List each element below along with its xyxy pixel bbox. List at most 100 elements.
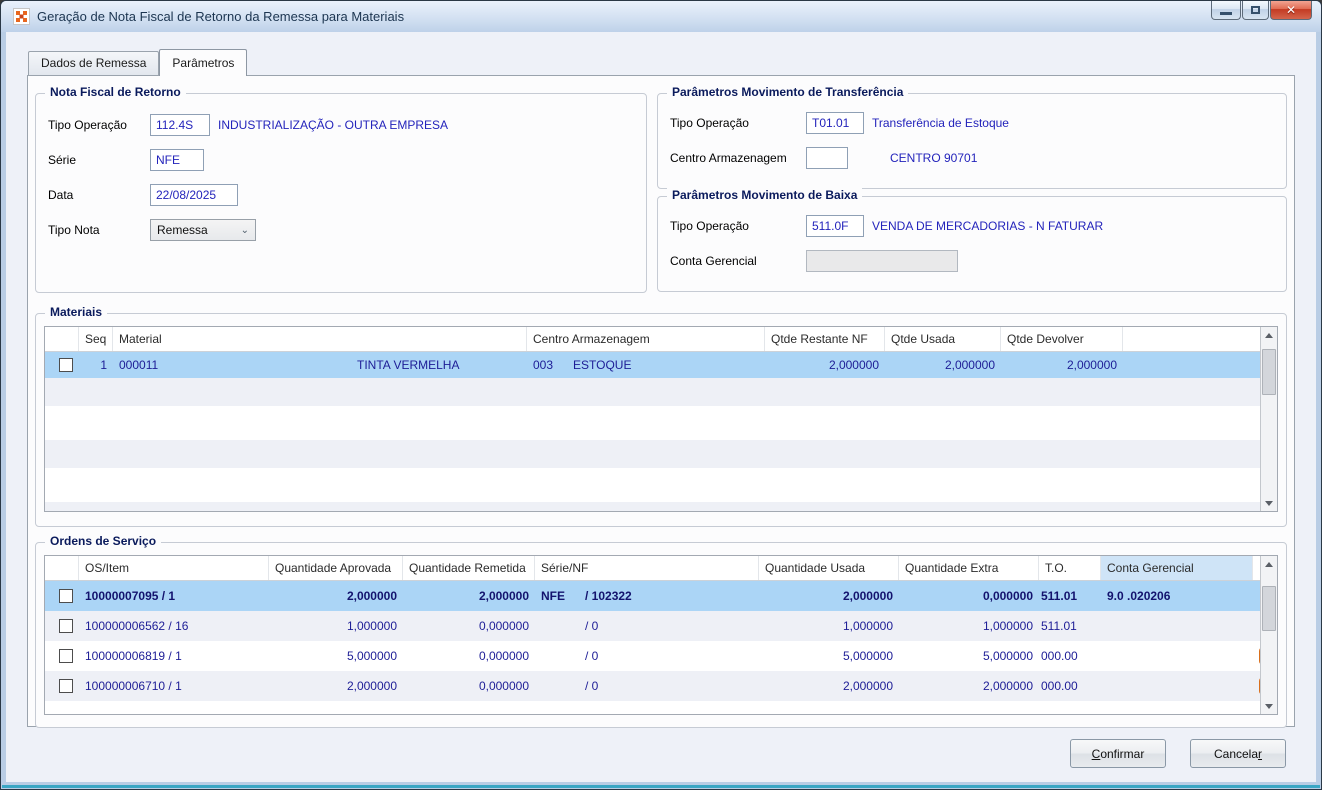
centro-armazenagem-label: Centro Armazenagem xyxy=(670,151,787,165)
ordens-grid-header: OS/Item Quantidade Aprovada Quantidade R… xyxy=(45,556,1260,581)
window-controls: ✕ xyxy=(1210,1,1312,20)
ordem-servico-row[interactable]: 100000006710 / 1 2,000000 0,000000 / 0 2… xyxy=(45,671,1260,701)
row-checkbox[interactable] xyxy=(59,358,73,372)
tipo-nota-selected-value: Remessa xyxy=(157,223,208,237)
material-row[interactable]: 1 000011 TINTA VERMELHA 003 ESTOQUE 2,00… xyxy=(45,352,1260,378)
cell-to: 000.00 xyxy=(1041,649,1078,663)
tab-strip: Dados de Remessa Parâmetros xyxy=(28,48,1316,76)
scroll-down-arrow[interactable] xyxy=(1261,495,1277,511)
cell-quantidade-remetida: 0,000000 xyxy=(478,619,529,633)
field-tipo-nota: Tipo Nota Remessa ⌄ xyxy=(48,219,634,241)
row-checkbox[interactable] xyxy=(59,619,73,633)
scrollbar-thumb[interactable] xyxy=(1262,586,1276,631)
scroll-up-arrow[interactable] xyxy=(1261,327,1277,343)
cell-empty xyxy=(1123,352,1260,378)
cell-quantidade-remetida: 2,000000 xyxy=(478,589,529,603)
cell-centro-codigo: 003 xyxy=(533,358,554,372)
group-title: Materiais xyxy=(45,305,108,319)
ordens-vertical-scrollbar[interactable] xyxy=(1260,556,1277,714)
cancelar-button[interactable]: Cancela r xyxy=(1190,739,1286,768)
dialog-button-row: Confirmar Cancela r xyxy=(1070,739,1286,768)
tipo-nota-label: Tipo Nota xyxy=(48,223,100,237)
tab-dados-de-remessa[interactable]: Dados de Remessa xyxy=(28,51,160,75)
window-title: Geração de Nota Fiscal de Retorno da Rem… xyxy=(37,9,405,24)
title-bar[interactable]: Geração de Nota Fiscal de Retorno da Rem… xyxy=(1,1,1321,32)
tipo-operacao-desc: INDUSTRIALIZAÇÃO - OUTRA EMPRESA xyxy=(218,118,449,132)
ordem-servico-row[interactable]: 100000006562 / 16 1,000000 0,000000 / 0 … xyxy=(45,611,1260,641)
header-qtde-usada[interactable]: Qtde Usada xyxy=(885,327,1001,351)
header-to[interactable]: T.O. xyxy=(1039,556,1101,580)
header-qtde-devolver[interactable]: Qtde Devolver xyxy=(1001,327,1123,351)
header-seq[interactable]: Seq xyxy=(79,327,113,351)
scrollbar-thumb[interactable] xyxy=(1262,349,1276,395)
ordens-rows: 10000007095 / 1 2,000000 2,000000 NFE / … xyxy=(45,581,1260,701)
materiais-vertical-scrollbar[interactable] xyxy=(1260,327,1277,511)
cell-os-item: 100000006819 / 1 xyxy=(85,649,182,663)
cell-os-item: 100000006562 / 16 xyxy=(85,619,189,633)
ordem-servico-row[interactable]: 10000007095 / 1 2,000000 2,000000 NFE / … xyxy=(45,581,1260,611)
serie-label: Série xyxy=(48,153,77,167)
header-quantidade-usada[interactable]: Quantidade Usada xyxy=(759,556,899,580)
header-quantidade-remetida[interactable]: Quantidade Remetida xyxy=(403,556,535,580)
restore-icon xyxy=(1251,6,1260,14)
tipo-operacao-label: Tipo Operação xyxy=(670,219,749,233)
header-qtde-restante-nf[interactable]: Qtde Restante NF xyxy=(765,327,885,351)
header-centro-armazenagem[interactable]: Centro Armazenagem xyxy=(527,327,765,351)
cell-os-item: 100000006710 / 1 xyxy=(85,679,182,693)
header-quantidade-extra[interactable]: Quantidade Extra xyxy=(899,556,1039,580)
cell-nf: / 0 xyxy=(585,649,599,663)
tab-parametros[interactable]: Parâmetros xyxy=(159,49,248,76)
header-os-item[interactable]: OS/Item xyxy=(79,556,269,580)
tipo-operacao-transferencia-desc: Transferência de Estoque xyxy=(872,116,1009,130)
tipo-operacao-baixa-input[interactable]: 511.0F xyxy=(806,215,864,237)
close-button[interactable]: ✕ xyxy=(1270,1,1312,20)
centro-armazenagem-desc: CENTRO 90701 xyxy=(890,151,978,165)
minimize-button[interactable] xyxy=(1211,1,1241,20)
field-tipo-operacao: Tipo Operação 112.4S INDUSTRIALIZAÇÃO - … xyxy=(48,114,634,136)
serie-input[interactable]: NFE xyxy=(150,149,204,171)
row-checkbox[interactable] xyxy=(59,649,73,663)
tipo-operacao-transferencia-input[interactable]: T01.01 xyxy=(806,112,864,134)
group-materiais: Materiais Seq Material Centro Armazenage… xyxy=(35,305,1287,527)
tipo-operacao-input[interactable]: 112.4S xyxy=(150,114,210,136)
ordens-grid: OS/Item Quantidade Aprovada Quantidade R… xyxy=(44,555,1278,715)
cell-material-nome: TINTA VERMELHA xyxy=(357,358,460,372)
cell-nf: / 0 xyxy=(585,619,599,633)
tipo-nota-select[interactable]: Remessa ⌄ xyxy=(150,219,256,241)
cell-nf: / 0 xyxy=(585,679,599,693)
data-label: Data xyxy=(48,188,74,202)
cell-qtde-restante: 2,000000 xyxy=(828,358,879,372)
group-title: Parâmetros Movimento de Baixa xyxy=(667,188,863,202)
centro-armazenagem-input[interactable] xyxy=(806,147,848,169)
tipo-operacao-baixa-desc: VENDA DE MERCADORIAS - N FATURAR xyxy=(872,219,1104,233)
tab-page-parametros: Nota Fiscal de Retorno Tipo Operação 112… xyxy=(27,75,1295,728)
cell-serie xyxy=(535,671,579,701)
restore-button[interactable] xyxy=(1242,1,1269,20)
scroll-up-arrow[interactable] xyxy=(1261,556,1277,572)
cell-rss xyxy=(1253,671,1260,701)
cell-quantidade-usada: 2,000000 xyxy=(842,589,893,603)
ordem-servico-row[interactable]: 100000006819 / 1 5,000000 0,000000 / 0 5… xyxy=(45,641,1260,671)
cell-qtde-devolver: 2,000000 xyxy=(1066,358,1117,372)
group-movimento-transferencia: Parâmetros Movimento de Transferência Ti… xyxy=(657,85,1287,189)
tipo-operacao-label: Tipo Operação xyxy=(670,116,749,130)
cancelar-label: Cancela xyxy=(1213,746,1259,761)
row-checkbox[interactable] xyxy=(59,589,73,603)
header-serie-nf[interactable]: Série/NF xyxy=(535,556,759,580)
cell-quantidade-aprovada: 2,000000 xyxy=(346,589,397,603)
scroll-down-arrow[interactable] xyxy=(1261,698,1277,714)
cell-quantidade-aprovada: 5,000000 xyxy=(346,649,397,663)
row-checkbox[interactable] xyxy=(59,679,73,693)
cell-quantidade-extra: 0,000000 xyxy=(982,589,1033,603)
confirmar-label-underline: C xyxy=(1091,746,1101,761)
right-parameter-column: Parâmetros Movimento de Transferência Ti… xyxy=(657,85,1287,293)
ordens-grid-body: OS/Item Quantidade Aprovada Quantidade R… xyxy=(45,556,1260,714)
header-material[interactable]: Material xyxy=(113,327,527,351)
header-quantidade-aprovada[interactable]: Quantidade Aprovada xyxy=(269,556,403,580)
confirmar-button[interactable]: Confirmar xyxy=(1070,739,1166,768)
cell-quantidade-usada: 5,000000 xyxy=(842,649,893,663)
data-input[interactable]: 22/08/2025 xyxy=(150,184,238,206)
row-checkbox-cell xyxy=(45,671,79,701)
header-conta-gerencial[interactable]: Conta Gerencial xyxy=(1101,556,1253,580)
cell-quantidade-remetida: 0,000000 xyxy=(478,679,529,693)
